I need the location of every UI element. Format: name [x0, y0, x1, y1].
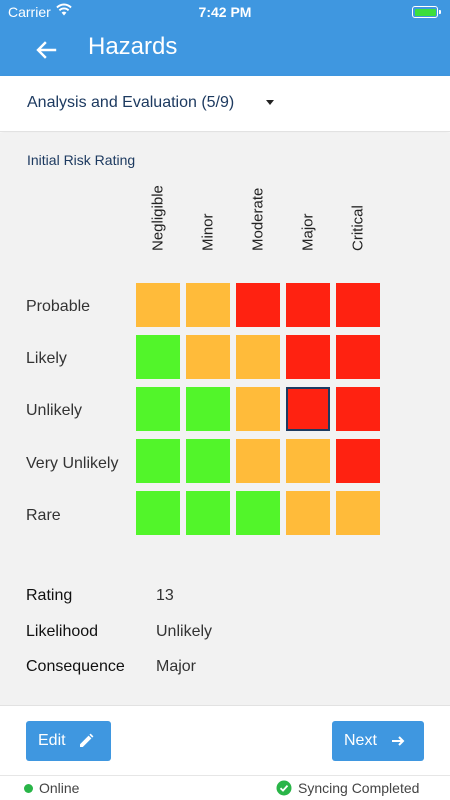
- consequence-value: Major: [156, 658, 197, 675]
- row-label-unlikely: Unlikely: [26, 402, 83, 419]
- app-bar: Hazards: [0, 24, 450, 76]
- risk-cell-rare-minor[interactable]: [186, 491, 230, 535]
- risk-cell-rare-negligible[interactable]: [136, 491, 180, 535]
- edit-button[interactable]: Edit: [26, 721, 111, 761]
- column-header-critical: Critical: [349, 205, 367, 251]
- risk-cell-probable-moderate[interactable]: [236, 283, 280, 327]
- likelihood-value: Unlikely: [156, 623, 213, 640]
- row-label-very-unlikely: Very Unlikely: [26, 455, 119, 472]
- risk-cell-probable-minor[interactable]: [186, 283, 230, 327]
- risk-cell-unlikely-moderate[interactable]: [236, 387, 280, 431]
- edit-button-label: Edit: [38, 732, 66, 749]
- footer-actions: Edit Next: [0, 705, 450, 775]
- row-label-probable: Probable: [26, 298, 91, 315]
- risk-cell-very-unlikely-moderate[interactable]: [236, 439, 280, 483]
- risk-cell-very-unlikely-critical[interactable]: [336, 439, 380, 483]
- risk-cell-likely-major[interactable]: [286, 335, 330, 379]
- likelihood-label: Likelihood: [26, 623, 99, 640]
- section-title: Initial Risk Rating: [27, 152, 136, 168]
- page-title: Hazards: [88, 33, 178, 60]
- risk-cell-likely-moderate[interactable]: [236, 335, 280, 379]
- risk-cell-very-unlikely-negligible[interactable]: [136, 439, 180, 483]
- risk-cell-probable-negligible[interactable]: [136, 283, 180, 327]
- section-selector[interactable]: Analysis and Evaluation (5/9): [0, 76, 450, 132]
- risk-cell-likely-minor[interactable]: [186, 335, 230, 379]
- arrow-left-icon[interactable]: [30, 34, 62, 66]
- risk-cell-likely-critical[interactable]: [336, 335, 380, 379]
- status-bar: Carrier 7:42 PM: [0, 0, 450, 24]
- risk-cell-unlikely-critical[interactable]: [336, 387, 380, 431]
- arrow-right-icon: [392, 736, 405, 746]
- clock: 7:42 PM: [198, 4, 252, 20]
- risk-cell-probable-major[interactable]: [286, 283, 330, 327]
- online-status: Online: [39, 780, 80, 796]
- connection-bar: Online Syncing Completed: [0, 775, 450, 800]
- column-header-negligible: Negligible: [149, 185, 167, 251]
- risk-cell-rare-major[interactable]: [286, 491, 330, 535]
- next-button[interactable]: Next: [332, 721, 424, 761]
- risk-cell-very-unlikely-major[interactable]: [286, 439, 330, 483]
- column-header-major: Major: [299, 213, 317, 251]
- check-circle-icon: [276, 780, 292, 796]
- section-selector-label: Analysis and Evaluation (5/9): [27, 94, 235, 111]
- risk-cell-probable-critical[interactable]: [336, 283, 380, 327]
- row-label-likely: Likely: [26, 350, 67, 367]
- risk-cell-unlikely-major[interactable]: [286, 387, 330, 431]
- risk-cell-unlikely-minor[interactable]: [186, 387, 230, 431]
- battery-icon: [412, 6, 441, 18]
- rating-label: Rating: [26, 587, 73, 604]
- row-label-rare: Rare: [26, 507, 61, 524]
- online-status-dot: [24, 784, 33, 793]
- pencil-icon: [80, 733, 94, 747]
- risk-cell-very-unlikely-minor[interactable]: [186, 439, 230, 483]
- risk-cell-likely-negligible[interactable]: [136, 335, 180, 379]
- column-header-minor: Minor: [199, 213, 217, 251]
- risk-cell-unlikely-negligible[interactable]: [136, 387, 180, 431]
- risk-cell-rare-moderate[interactable]: [236, 491, 280, 535]
- risk-content: Initial Risk Rating Negligible Minor Mod…: [0, 133, 450, 705]
- next-button-label: Next: [344, 732, 377, 749]
- sync-status: Syncing Completed: [298, 780, 420, 796]
- consequence-label: Consequence: [26, 658, 125, 675]
- rating-value: 13: [156, 587, 174, 604]
- column-header-moderate: Moderate: [249, 187, 267, 251]
- risk-cell-rare-critical[interactable]: [336, 491, 380, 535]
- caret-down-icon: [266, 100, 274, 105]
